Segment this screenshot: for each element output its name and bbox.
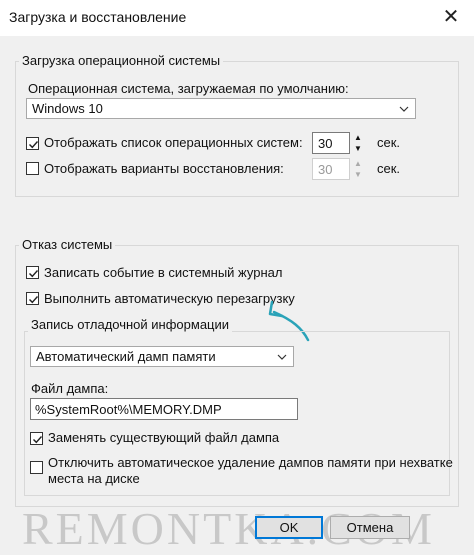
chevron-down-icon xyxy=(399,106,409,112)
debug-info-group-title: Запись отладочной информации xyxy=(28,317,233,332)
spin-up-icon[interactable]: ▲ xyxy=(350,158,366,169)
disable-auto-delete-label-line1: Отключить автоматическое удаление дампов… xyxy=(48,455,453,470)
show-recovery-label: Отображать варианты восстановления: xyxy=(44,161,284,176)
show-recovery-spinner[interactable]: ▲ ▼ xyxy=(350,158,366,180)
close-icon: ✕ xyxy=(442,6,460,28)
disable-auto-delete-checkbox[interactable] xyxy=(30,461,43,474)
check-icon xyxy=(29,141,39,149)
show-recovery-unit: сек. xyxy=(377,161,401,176)
write-event-checkbox[interactable] xyxy=(26,266,39,279)
title-bar: Загрузка и восстановление ✕ xyxy=(0,0,474,36)
check-icon xyxy=(29,296,39,304)
chevron-down-icon xyxy=(277,354,287,360)
ok-button[interactable]: OK xyxy=(255,516,323,539)
default-os-select[interactable]: Windows 10 xyxy=(26,98,416,119)
check-icon xyxy=(33,436,43,444)
show-os-list-seconds-value: 30 xyxy=(318,136,333,151)
overwrite-dump-checkbox[interactable] xyxy=(30,432,43,445)
default-os-label: Операционная система, загружаемая по умо… xyxy=(28,81,349,96)
show-os-list-spinner[interactable]: ▲ ▼ xyxy=(350,132,366,154)
window-title: Загрузка и восстановление xyxy=(9,9,187,25)
dump-file-input[interactable]: %SystemRoot%\MEMORY.DMP xyxy=(30,398,298,420)
system-failure-group-title: Отказ системы xyxy=(19,237,116,252)
default-os-value: Windows 10 xyxy=(32,101,103,116)
spin-down-icon[interactable]: ▼ xyxy=(350,169,366,180)
close-button[interactable]: ✕ xyxy=(432,2,470,32)
show-recovery-checkbox[interactable] xyxy=(26,162,39,175)
show-os-list-label: Отображать список операционных систем: xyxy=(44,135,303,150)
dump-type-value: Автоматический дамп памяти xyxy=(36,349,216,364)
auto-restart-label: Выполнить автоматическую перезагрузку xyxy=(44,291,295,306)
show-os-list-seconds-input[interactable]: 30 xyxy=(312,132,350,154)
show-os-list-checkbox[interactable] xyxy=(26,137,39,150)
disable-auto-delete-label-line2: места на диске xyxy=(48,471,140,486)
dump-file-label: Файл дампа: xyxy=(31,381,109,396)
spin-up-icon[interactable]: ▲ xyxy=(350,132,366,143)
show-recovery-seconds-input[interactable]: 30 xyxy=(312,158,350,180)
dump-type-select[interactable]: Автоматический дамп памяти xyxy=(30,346,294,367)
overwrite-dump-label: Заменять существующий файл дампа xyxy=(48,430,280,445)
auto-restart-checkbox[interactable] xyxy=(26,292,39,305)
dump-file-value: %SystemRoot%\MEMORY.DMP xyxy=(35,402,222,417)
spin-down-icon[interactable]: ▼ xyxy=(350,143,366,154)
os-startup-group-title: Загрузка операционной системы xyxy=(19,53,224,68)
show-os-list-unit: сек. xyxy=(377,135,401,150)
write-event-label: Записать событие в системный журнал xyxy=(44,265,283,280)
show-recovery-seconds-value: 30 xyxy=(318,162,333,177)
cancel-button[interactable]: Отмена xyxy=(330,516,410,539)
check-icon xyxy=(29,270,39,278)
